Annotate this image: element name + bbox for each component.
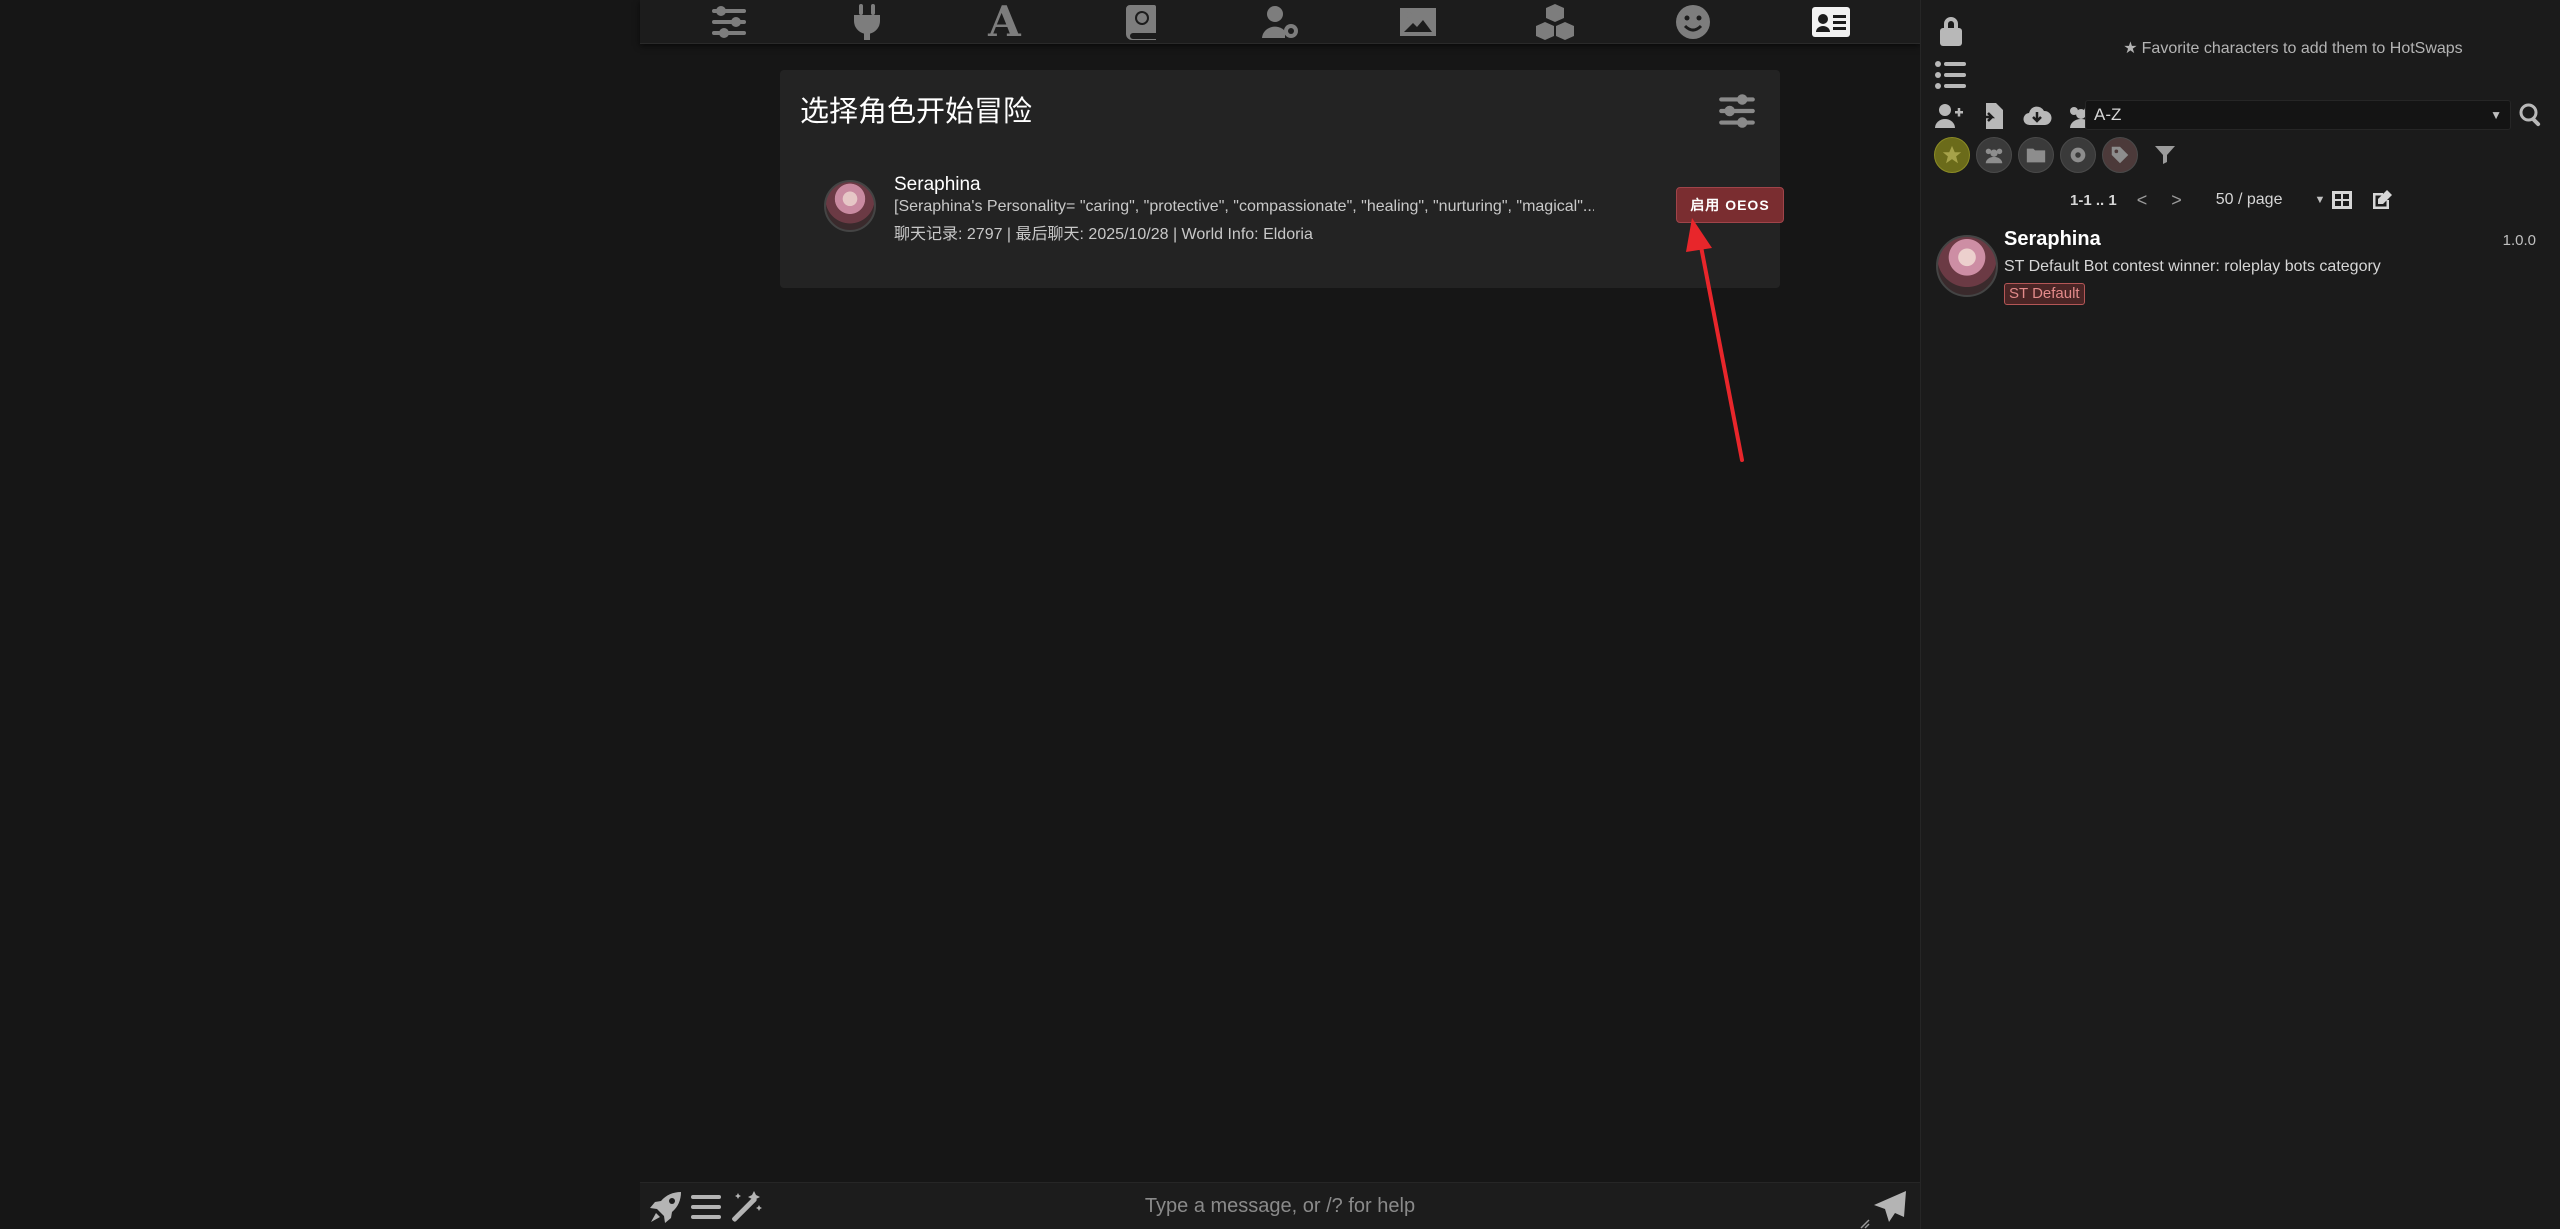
welcome-title: 选择角色开始冒险 [800, 96, 1033, 128]
recent-character-row[interactable]: Seraphina [Seraphina's Personality= "car… [824, 174, 1784, 243]
add-character-icon[interactable] [1934, 101, 1964, 131]
list-icon[interactable] [1934, 60, 1968, 90]
groups-filter-icon[interactable] [1976, 137, 2012, 173]
folder-filter-icon[interactable] [2018, 137, 2054, 173]
character-tag[interactable]: ST Default [2004, 283, 2085, 305]
character-description: [Seraphina's Personality= "caring", "pro… [894, 198, 1594, 215]
character-name[interactable]: Seraphina [2004, 228, 2101, 251]
magic-wand-icon[interactable] [728, 1189, 764, 1225]
book-atlas-icon[interactable] [1114, 0, 1170, 44]
search-icon[interactable] [2518, 102, 2544, 133]
character-description: ST Default Bot contest winner: roleplay … [2004, 258, 2381, 275]
image-landscape-icon[interactable] [1390, 0, 1446, 44]
lock-icon[interactable] [1934, 14, 1968, 48]
prev-page-button[interactable]: < [2137, 190, 2148, 211]
character-management-panel [1920, 0, 2560, 1229]
character-meta: 聊天记录: 2797 | 最后聊天: 2025/10/28 | World In… [894, 226, 1313, 243]
sort-select[interactable]: A-Z ▼ [2085, 100, 2511, 130]
import-file-icon[interactable] [1978, 101, 2008, 131]
hotswap-hint: ★ Favorite characters to add them to HotS… [2123, 40, 2463, 57]
message-input[interactable] [780, 1189, 1780, 1223]
annotation-arrow [1686, 218, 1744, 462]
chevron-down-icon: ▼ [2314, 194, 2326, 206]
page-range: 1-1 .. 1 [2070, 191, 2117, 209]
page-size-select[interactable]: 50 / page ▼ [2216, 191, 2326, 209]
grid-view-icon[interactable] [2330, 188, 2354, 217]
rocket-icon[interactable] [648, 1189, 684, 1225]
character-list-item[interactable]: Seraphina 1.0.0 ST Default Bot contest w… [1934, 226, 2544, 312]
next-page-button[interactable]: > [2171, 190, 2182, 211]
character-name[interactable]: Seraphina [894, 174, 981, 196]
avatar[interactable] [1936, 235, 1998, 297]
character-version: 1.0.0 [2502, 232, 2536, 249]
plug-icon[interactable] [839, 0, 895, 44]
font-a-icon[interactable]: A [976, 0, 1032, 44]
welcome-panel: 选择角色开始冒险 Seraphina [Seraphina's Personal… [780, 70, 1784, 288]
filter-row [1934, 137, 2180, 173]
gear-filter-icon[interactable] [2060, 137, 2096, 173]
avatar[interactable] [824, 180, 876, 232]
pagination: 1-1 .. 1 < > 50 / page ▼ [2070, 188, 2325, 212]
tags-filter-icon[interactable] [2102, 137, 2138, 173]
favorites-filter-star-icon[interactable] [1934, 137, 1970, 173]
id-card-icon[interactable] [1803, 0, 1859, 44]
character-toolbar [1934, 100, 2096, 132]
send-icon[interactable] [1872, 1189, 1908, 1225]
menu-icon[interactable] [688, 1189, 724, 1225]
top-navigation-bar: A [640, 0, 1920, 44]
resize-grip-icon[interactable] [1858, 1217, 1870, 1229]
cloud-download-icon[interactable] [2022, 101, 2052, 131]
smiley-icon[interactable] [1665, 0, 1721, 44]
cubes-icon[interactable] [1527, 0, 1583, 44]
sliders-icon[interactable] [1716, 90, 1758, 132]
message-input-bar [640, 1182, 1920, 1229]
sliders-icon[interactable] [701, 0, 757, 44]
user-gear-icon[interactable] [1252, 0, 1308, 44]
bulk-edit-icon[interactable] [2370, 188, 2394, 217]
chevron-down-icon: ▼ [2490, 108, 2502, 122]
filter-clear-icon[interactable] [2150, 140, 2180, 170]
star-icon: ★ [2123, 40, 2138, 57]
